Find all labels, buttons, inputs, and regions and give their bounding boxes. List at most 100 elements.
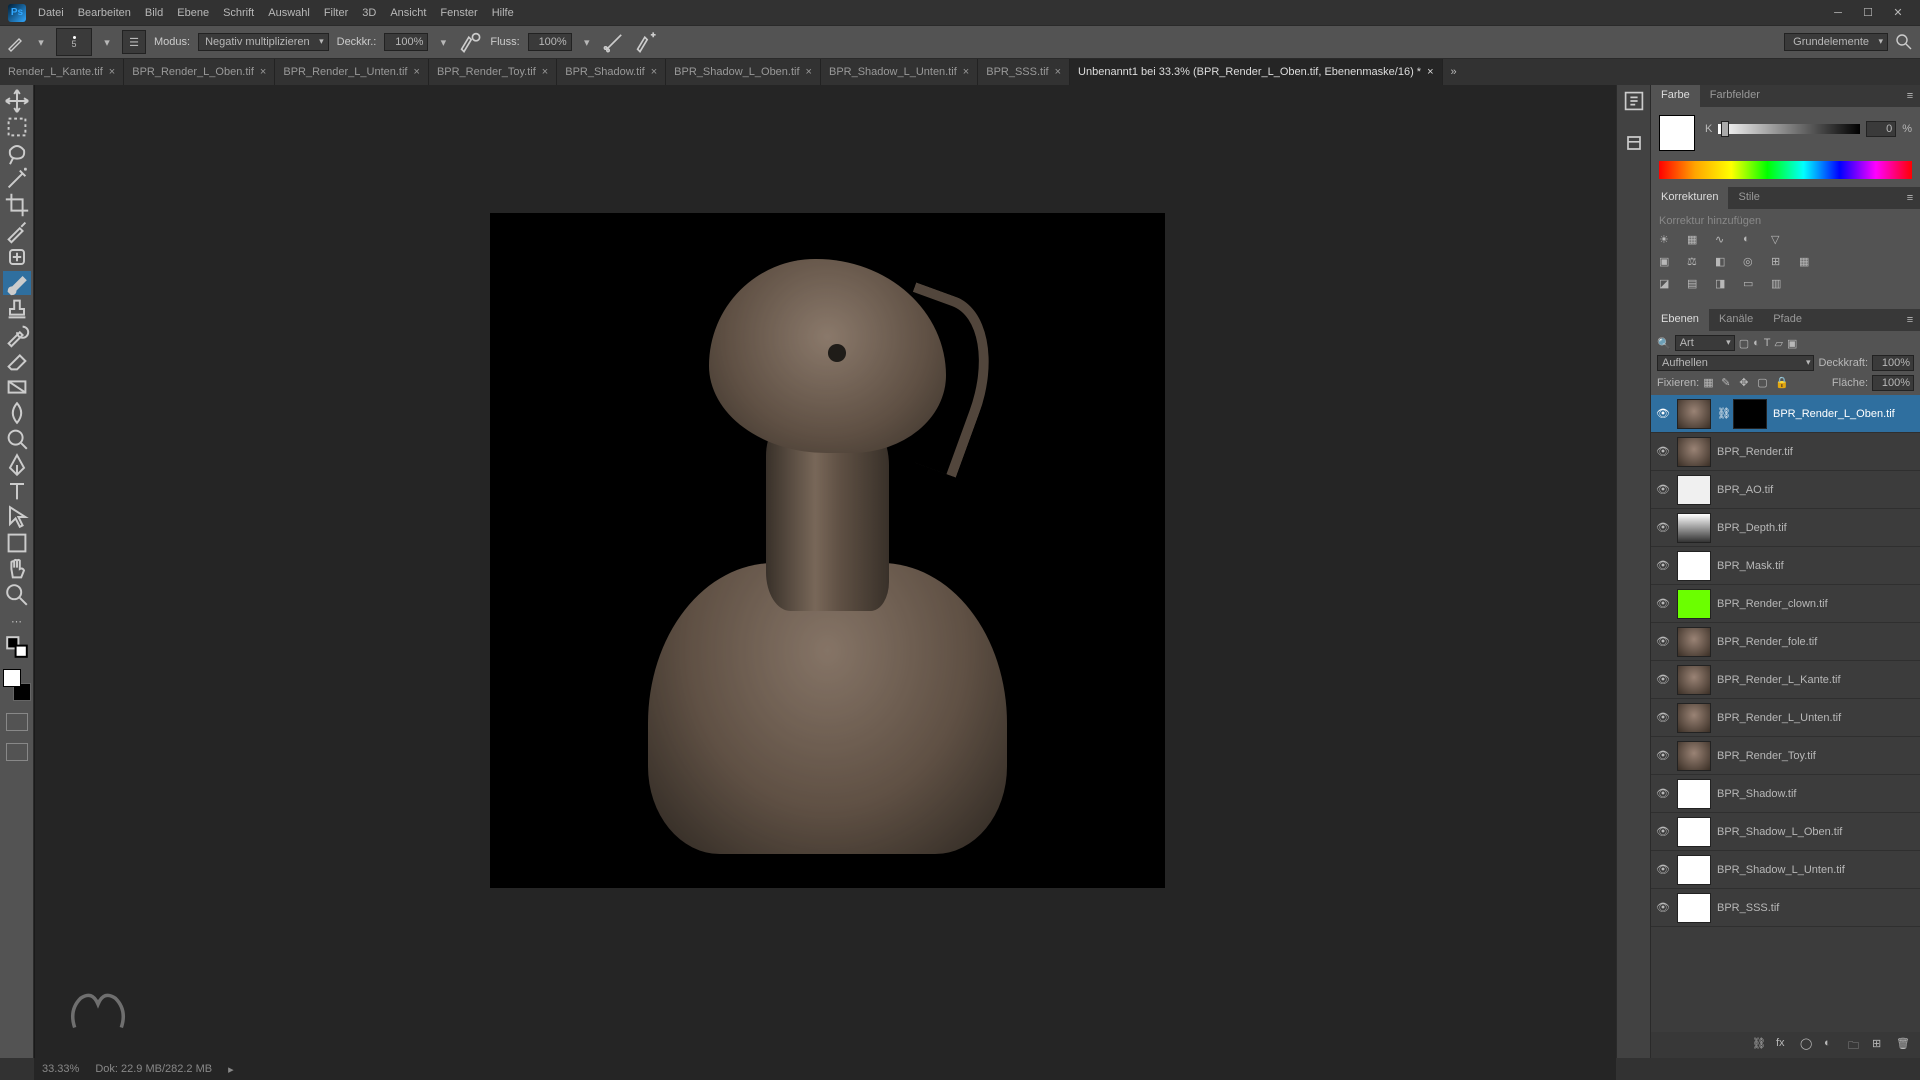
pressure-size-icon[interactable] <box>634 30 658 54</box>
layer-row-6[interactable]: 👁BPR_Render_fole.tif <box>1651 623 1920 661</box>
doc-tab-close[interactable]: × <box>1427 66 1433 78</box>
fg-bg-swatches[interactable] <box>3 669 31 701</box>
layer-thumb[interactable] <box>1677 627 1711 657</box>
pressure-opacity-icon[interactable] <box>458 30 482 54</box>
layer-thumb[interactable] <box>1677 551 1711 581</box>
gradient-tool[interactable] <box>3 375 31 399</box>
layer-row-2[interactable]: 👁 BPR_AO.tif <box>1651 471 1920 509</box>
doc-tab-5[interactable]: BPR_Shadow_L_Oben.tif× <box>666 59 821 85</box>
layer-name[interactable]: BPR_Render_L_Kante.tif <box>1717 674 1916 686</box>
layer-thumb[interactable] <box>1677 893 1711 923</box>
tool-presets-dropdown[interactable]: ▾ <box>34 36 48 49</box>
threshold-icon[interactable]: ◨ <box>1715 277 1733 295</box>
brush-panel-toggle[interactable]: ☰ <box>122 30 146 54</box>
doc-tab-close[interactable]: × <box>542 66 548 78</box>
blend-mode-select[interactable]: Negativ multiplizieren <box>198 33 329 51</box>
layer-group-icon[interactable]: 🗀 <box>1848 1037 1864 1053</box>
link-layers-icon[interactable]: ⛓ <box>1752 1037 1768 1053</box>
layer-visibility-icon[interactable]: 👁 <box>1655 597 1671 610</box>
k-value[interactable]: 0 <box>1866 121 1896 137</box>
default-colors-icon[interactable] <box>3 635 31 659</box>
search-icon[interactable] <box>1894 32 1914 52</box>
properties-panel-icon[interactable] <box>1622 131 1646 155</box>
doc-tab-8[interactable]: Unbenannt1 bei 33.3% (BPR_Render_L_Oben.… <box>1070 59 1443 85</box>
filter-shape-icon[interactable]: ▱ <box>1775 337 1783 350</box>
layer-fx-icon[interactable]: fx <box>1776 1037 1792 1053</box>
doc-tab-close[interactable]: × <box>260 66 266 78</box>
layer-row-4[interactable]: 👁BPR_Mask.tif <box>1651 547 1920 585</box>
status-more[interactable]: ▸ <box>228 1063 234 1076</box>
tab-farbe[interactable]: Farbe <box>1651 85 1700 107</box>
zoom-status[interactable]: 33.33% <box>42 1063 79 1075</box>
quick-mask-icon[interactable] <box>6 713 28 731</box>
layers-panel-menu[interactable]: ≡ <box>1900 309 1920 331</box>
channelmixer-icon[interactable]: ⊞ <box>1771 255 1789 273</box>
layer-visibility-icon[interactable]: 👁 <box>1655 483 1671 496</box>
layer-row-7[interactable]: 👁 BPR_Render_L_Kante.tif <box>1651 661 1920 699</box>
eraser-tool[interactable] <box>3 349 31 373</box>
menu-filter[interactable]: Filter <box>324 7 348 19</box>
crop-tool[interactable] <box>3 193 31 217</box>
foreground-swatch[interactable] <box>1659 115 1695 151</box>
zoom-tool[interactable] <box>3 583 31 607</box>
tab-ebenen[interactable]: Ebenen <box>1651 309 1709 331</box>
history-panel-icon[interactable] <box>1622 89 1646 113</box>
dodge-tool[interactable] <box>3 427 31 451</box>
window-close[interactable]: ✕ <box>1884 3 1912 23</box>
colorlookup-icon[interactable]: ▦ <box>1799 255 1817 273</box>
doc-tab-4[interactable]: BPR_Shadow.tif× <box>557 59 666 85</box>
invert-icon[interactable]: ◪ <box>1659 277 1677 295</box>
doc-tab-close[interactable]: × <box>963 66 969 78</box>
k-slider[interactable] <box>1718 124 1860 134</box>
layer-row-0[interactable]: 👁⛓BPR_Render_L_Oben.tif <box>1651 395 1920 433</box>
opacity-dropdown[interactable]: ▾ <box>436 36 450 49</box>
path-select-tool[interactable] <box>3 505 31 529</box>
hue-icon[interactable]: ▣ <box>1659 255 1677 273</box>
layer-name[interactable]: BPR_Shadow_L_Oben.tif <box>1717 826 1916 838</box>
eyedropper-tool[interactable] <box>3 219 31 243</box>
photofilter-icon[interactable]: ◎ <box>1743 255 1761 273</box>
layer-row-1[interactable]: 👁BPR_Render.tif <box>1651 433 1920 471</box>
curves-icon[interactable]: ∿ <box>1715 233 1733 251</box>
doc-tab-6[interactable]: BPR_Shadow_L_Unten.tif× <box>821 59 978 85</box>
layer-row-9[interactable]: 👁BPR_Render_Toy.tif <box>1651 737 1920 775</box>
doc-tab-0[interactable]: Render_L_Kante.tif× <box>0 59 124 85</box>
menu-ebene[interactable]: Ebene <box>177 7 209 19</box>
color-panel-menu[interactable]: ≡ <box>1900 85 1920 107</box>
layer-visibility-icon[interactable]: 👁 <box>1655 673 1671 686</box>
color-spectrum[interactable] <box>1659 161 1912 179</box>
menu-hilfe[interactable]: Hilfe <box>492 7 514 19</box>
posterize-icon[interactable]: ▤ <box>1687 277 1705 295</box>
vibrance-icon[interactable]: ▽ <box>1771 233 1789 251</box>
layer-thumb[interactable] <box>1677 817 1711 847</box>
document-view[interactable] <box>490 213 1165 888</box>
layer-row-10[interactable]: 👁BPR_Shadow.tif <box>1651 775 1920 813</box>
layer-row-3[interactable]: 👁 BPR_Depth.tif <box>1651 509 1920 547</box>
layer-thumb[interactable] <box>1677 741 1711 771</box>
layer-name[interactable]: BPR_Render_L_Unten.tif <box>1717 712 1916 724</box>
layer-name[interactable]: BPR_Mask.tif <box>1717 560 1916 572</box>
layer-thumb[interactable] <box>1677 589 1711 619</box>
layer-name[interactable]: BPR_Render_fole.tif <box>1717 636 1916 648</box>
filter-adjust-icon[interactable]: ◐ <box>1753 337 1760 349</box>
menu-3d[interactable]: 3D <box>362 7 376 19</box>
layer-name[interactable]: BPR_AO.tif <box>1717 484 1916 496</box>
tabs-overflow[interactable]: » <box>1443 59 1465 85</box>
airbrush-icon[interactable] <box>602 30 626 54</box>
layer-name[interactable]: BPR_Depth.tif <box>1717 522 1916 534</box>
tab-farbfelder[interactable]: Farbfelder <box>1700 85 1770 107</box>
doc-tab-close[interactable]: × <box>806 66 812 78</box>
layer-visibility-icon[interactable]: 👁 <box>1655 901 1671 914</box>
tab-stile[interactable]: Stile <box>1728 187 1769 209</box>
layer-visibility-icon[interactable]: 👁 <box>1655 445 1671 458</box>
current-tool-icon[interactable] <box>6 32 26 52</box>
filter-type-icon[interactable]: T <box>1764 337 1771 349</box>
layer-mask-link-icon[interactable]: ⛓ <box>1717 407 1727 420</box>
layer-name[interactable]: BPR_Render_Toy.tif <box>1717 750 1916 762</box>
window-maximize[interactable]: ☐ <box>1854 3 1882 23</box>
doc-tab-close[interactable]: × <box>109 66 115 78</box>
doc-tab-3[interactable]: BPR_Render_Toy.tif× <box>429 59 557 85</box>
layer-name[interactable]: BPR_Shadow.tif <box>1717 788 1916 800</box>
tab-kanaele[interactable]: Kanäle <box>1709 309 1763 331</box>
layer-visibility-icon[interactable]: 👁 <box>1655 521 1671 534</box>
